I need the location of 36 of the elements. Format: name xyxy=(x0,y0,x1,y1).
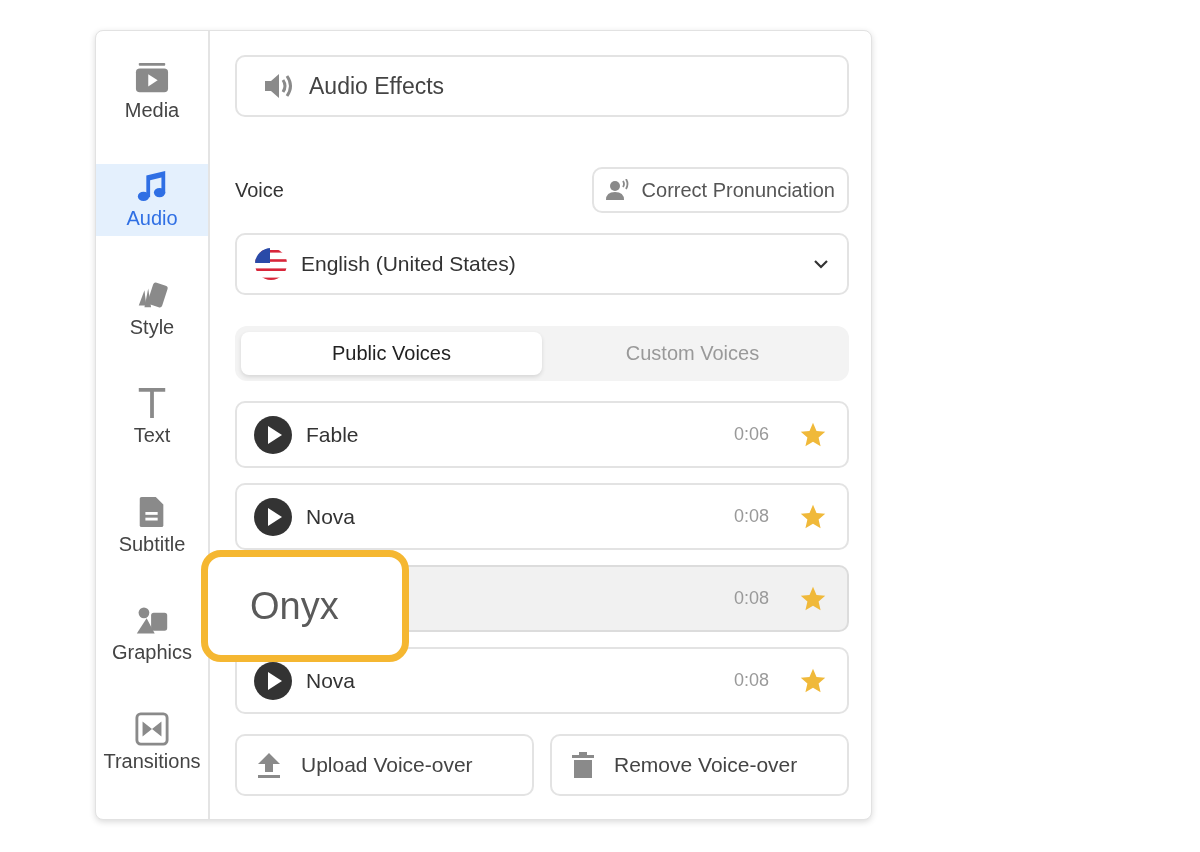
flag-icon xyxy=(255,248,287,280)
speaker-icon xyxy=(263,72,293,100)
voice-name-tooltip: Onyx xyxy=(201,550,409,662)
sidebar-item[interactable]: Media xyxy=(122,55,182,127)
sidebar-item[interactable]: Audio xyxy=(96,163,208,236)
media-play-icon xyxy=(135,60,169,95)
sidebar-item[interactable]: Text xyxy=(131,380,173,453)
sidebar-item[interactable]: Graphics xyxy=(110,597,194,670)
voice-label: Voice xyxy=(235,178,284,202)
voice-tab[interactable]: Public Voices xyxy=(241,332,542,375)
sidebar-item[interactable]: Subtitle xyxy=(116,489,188,561)
play-icon[interactable] xyxy=(254,661,292,700)
voice-duration: 0:08 xyxy=(733,588,769,609)
voice-name: Fable xyxy=(306,422,360,447)
upload-button[interactable]: Upload Voice-over xyxy=(235,734,534,796)
voice-row[interactable]: Nova 0:08 xyxy=(235,647,849,714)
transition-icon xyxy=(135,711,169,746)
sidebar-item[interactable]: Transitions xyxy=(101,706,203,778)
correct-pronunciation-button[interactable]: Correct Pronunciation xyxy=(591,167,849,213)
remove-button[interactable]: Remove Voice-over xyxy=(550,734,849,796)
language-dropdown[interactable]: English (United States) xyxy=(235,233,849,295)
play-icon[interactable] xyxy=(254,415,292,454)
voice-name: Nova xyxy=(306,504,357,529)
chevron-down-icon xyxy=(813,259,829,269)
voice-duration: 0:06 xyxy=(733,424,769,445)
play-icon[interactable] xyxy=(254,497,292,536)
voice-name: Nova xyxy=(306,668,357,693)
voice-duration: 0:08 xyxy=(733,670,769,691)
trash-icon xyxy=(572,752,594,778)
sidebar-item[interactable]: Style xyxy=(127,272,177,344)
voice-duration: 0:08 xyxy=(733,506,769,527)
voice-row[interactable]: Fable 0:06 xyxy=(235,401,849,468)
voice-row[interactable]: Nova 0:08 xyxy=(235,483,849,550)
upload-icon xyxy=(257,752,281,778)
audio-effects-button[interactable]: Audio Effects xyxy=(235,55,849,117)
speaking-person-icon xyxy=(605,179,630,201)
